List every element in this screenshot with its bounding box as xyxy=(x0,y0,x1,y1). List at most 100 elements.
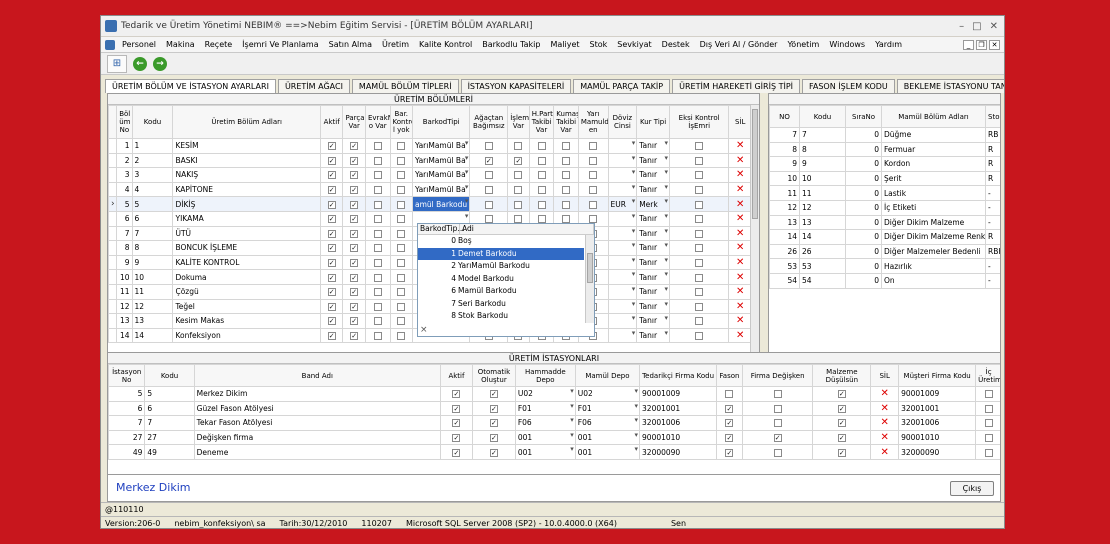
col-hparti[interactable]: H.Parti Takibi Var xyxy=(528,105,555,139)
parca-var-checkbox[interactable] xyxy=(350,186,359,195)
kur-tipi-select[interactable]: Tanır xyxy=(636,269,670,285)
malzeme-dusulsun-checkbox[interactable] xyxy=(837,434,846,443)
barkod-tipi-select[interactable]: YarıMamül Ba xyxy=(412,138,471,154)
eksi-kontrol-checkbox[interactable] xyxy=(695,288,704,297)
musteri-firma[interactable]: 32001001 xyxy=(898,400,977,417)
col-kodu[interactable]: Kodu xyxy=(144,364,195,387)
parca-var-checkbox[interactable] xyxy=(350,259,359,268)
col-ic-uretim[interactable]: İç Üretim xyxy=(975,364,1000,387)
doviz-select[interactable] xyxy=(607,225,638,242)
evrak-no-checkbox[interactable] xyxy=(373,332,382,341)
malzeme-dusulsun-checkbox[interactable] xyxy=(837,404,846,413)
col-yari-mamul[interactable]: Yarı Mamuld en xyxy=(577,105,609,139)
doviz-select[interactable] xyxy=(607,167,638,183)
parca-var-checkbox[interactable] xyxy=(350,244,359,253)
firma-degisken-checkbox[interactable] xyxy=(773,434,782,443)
delete-icon[interactable]: ✕ xyxy=(870,429,900,446)
doviz-select[interactable] xyxy=(607,327,638,344)
kur-tipi-select[interactable]: Tanır xyxy=(636,240,670,256)
doviz-select[interactable] xyxy=(607,240,638,256)
aktif-checkbox[interactable] xyxy=(327,200,336,209)
aktif-checkbox[interactable] xyxy=(327,288,336,297)
col-fason[interactable]: Fason xyxy=(716,364,743,387)
forward-icon[interactable]: → xyxy=(153,56,167,71)
malzeme-row[interactable]: 26260Diğer Malzemeler BedenliRBK xyxy=(769,243,1000,260)
delete-icon[interactable]: ✕ xyxy=(728,167,752,183)
ist-aktif-checkbox[interactable] xyxy=(452,448,461,457)
evrak-no-checkbox[interactable] xyxy=(373,288,382,297)
col-sil[interactable]: SİL xyxy=(870,364,900,387)
delete-icon[interactable]: ✕ xyxy=(870,386,900,402)
bar-kontrol-checkbox[interactable] xyxy=(397,229,406,238)
kur-tipi-select[interactable]: Tanır xyxy=(636,210,670,227)
bolum-row[interactable]: 22BASKIYarıMamül BaTanır✕ xyxy=(108,152,752,169)
hparti-checkbox[interactable] xyxy=(537,171,546,180)
bar-kontrol-checkbox[interactable] xyxy=(397,171,406,180)
aktif-checkbox[interactable] xyxy=(327,259,336,268)
firma-degisken-checkbox[interactable] xyxy=(773,448,782,457)
hammadde-depo-select[interactable]: 001 xyxy=(514,444,576,460)
parca-var-checkbox[interactable] xyxy=(350,229,359,238)
evrak-no-checkbox[interactable] xyxy=(373,259,382,268)
aktif-checkbox[interactable] xyxy=(327,186,336,195)
eksi-kontrol-checkbox[interactable] xyxy=(695,317,704,326)
ist-aktif-checkbox[interactable] xyxy=(452,419,461,428)
ist-aktif-checkbox[interactable] xyxy=(452,434,461,443)
tedarikci-firma[interactable]: 90001009 xyxy=(639,386,718,402)
delete-icon[interactable]: ✕ xyxy=(728,240,752,256)
aktif-checkbox[interactable] xyxy=(327,244,336,253)
doviz-select[interactable] xyxy=(607,313,638,329)
doviz-select[interactable] xyxy=(607,298,638,315)
doviz-select[interactable] xyxy=(607,210,638,227)
maximize-icon[interactable]: □ xyxy=(972,21,981,32)
islem-var-checkbox[interactable] xyxy=(514,200,523,209)
malzeme-row[interactable]: 7 7 0 Düğme RB xyxy=(769,127,1000,143)
kur-tipi-select[interactable]: Tanır xyxy=(636,138,670,154)
fason-checkbox[interactable] xyxy=(725,419,734,428)
istasyon-row[interactable]: 55Merkez DikimU02U0290001009✕90001009 xyxy=(108,386,1000,402)
delete-icon[interactable]: ✕ xyxy=(728,152,752,169)
parca-var-checkbox[interactable] xyxy=(350,215,359,224)
kumas-checkbox[interactable] xyxy=(562,200,571,209)
mdi-close-icon[interactable]: ✕ xyxy=(989,39,1000,50)
otomatik-checkbox[interactable] xyxy=(489,390,498,399)
kur-tipi-select[interactable]: Tanır xyxy=(636,298,670,315)
ic-uretim-checkbox[interactable] xyxy=(984,434,993,443)
bar-kontrol-checkbox[interactable] xyxy=(397,288,406,297)
islem-var-checkbox[interactable] xyxy=(514,171,523,180)
mamul-depo-select[interactable]: 001 xyxy=(574,429,641,446)
delete-icon[interactable]: ✕ xyxy=(728,138,752,154)
istasyon-row[interactable]: 4949Deneme00100132000090✕32000090 xyxy=(108,444,1000,460)
hammadde-depo-select[interactable]: U02 xyxy=(514,386,576,402)
col-kodu[interactable]: Kodu xyxy=(799,105,846,128)
evrak-no-checkbox[interactable] xyxy=(373,215,382,224)
barkod-tipi-select[interactable]: YarıMamül Ba xyxy=(412,152,471,169)
malzeme-row[interactable]: 14 14 0 Diğer Dikim Malzeme Renkli R xyxy=(769,229,1000,245)
parca-var-checkbox[interactable] xyxy=(350,302,359,311)
delete-icon[interactable]: ✕ xyxy=(870,444,900,460)
col-sira-no[interactable]: SıraNo xyxy=(845,105,882,128)
col-barkod-tipi[interactable]: BarkodTipi xyxy=(412,105,471,139)
fason-checkbox[interactable] xyxy=(725,390,734,399)
col-eksi-kontrol[interactable]: Eksi Kontrol İşEmri xyxy=(668,105,730,139)
ic-uretim-checkbox[interactable] xyxy=(984,404,993,413)
tab-bolum-istasyon[interactable]: ÜRETİM BÖLÜM VE İSTASYON AYARLARI xyxy=(105,79,276,93)
kur-tipi-select[interactable]: Tanır xyxy=(636,181,670,198)
bar-kontrol-checkbox[interactable] xyxy=(397,273,406,282)
fason-checkbox[interactable] xyxy=(725,448,734,457)
aktif-checkbox[interactable] xyxy=(327,332,336,341)
eksi-kontrol-checkbox[interactable] xyxy=(695,302,704,311)
ic-uretim-checkbox[interactable] xyxy=(984,448,993,457)
fason-checkbox[interactable] xyxy=(725,404,734,413)
malzeme-row[interactable]: 10 10 0 Şerit R xyxy=(769,170,1000,187)
menu-item-uretim[interactable]: Üretim xyxy=(377,40,414,49)
malzeme-row[interactable]: 54 54 0 On - xyxy=(769,272,1000,289)
delete-icon[interactable]: ✕ xyxy=(728,298,752,315)
delete-icon[interactable]: ✕ xyxy=(728,196,752,212)
eksi-kontrol-checkbox[interactable] xyxy=(695,186,704,195)
hparti-checkbox[interactable] xyxy=(537,186,546,195)
evrak-no-checkbox[interactable] xyxy=(373,142,382,151)
delete-icon[interactable]: ✕ xyxy=(728,327,752,344)
kur-tipi-select[interactable]: Tanır xyxy=(636,254,670,271)
mamul-depo-select[interactable]: F06 xyxy=(574,415,641,431)
